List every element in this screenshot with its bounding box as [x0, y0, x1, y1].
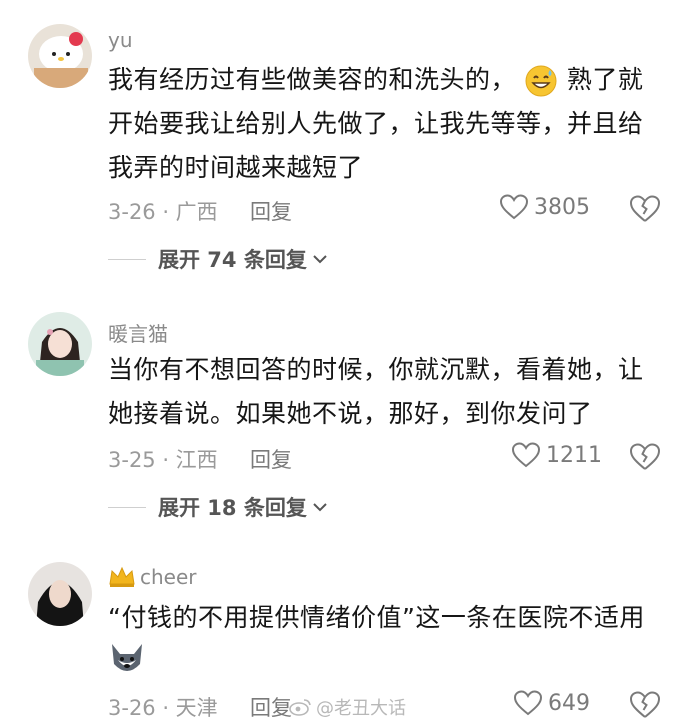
chevron-down-icon [313, 255, 327, 264]
date-location: 3-26 · 广西 [108, 200, 218, 224]
reply-button[interactable]: 回复 [250, 196, 292, 226]
comment-text-line: 我有经历过有些做美容的和洗头的， [108, 65, 517, 94]
expand-replies-button[interactable]: 展开 18 条回复 [108, 492, 329, 522]
like-button[interactable]: 1211 [512, 442, 602, 468]
dislike-button[interactable] [629, 691, 661, 723]
username-label: cheer [140, 565, 197, 589]
expand-replies-label: 展开 18 条回复 [158, 496, 307, 520]
watermark: @老丑大话 [288, 694, 406, 720]
username[interactable]: 暖言猫 [108, 318, 168, 347]
expand-replies-button[interactable]: 展开 74 条回复 [108, 244, 329, 274]
date-location: 3-26 · 天津 [108, 696, 218, 720]
broken-heart-icon [629, 691, 661, 718]
comment-text: 我有经历过有些做美容的和洗头的， 熟了就 开始要我让给别人先做了，让我先等等，并… [108, 58, 668, 190]
divider [108, 506, 146, 508]
reply-button[interactable]: 回复 [250, 692, 292, 722]
dislike-button[interactable] [629, 195, 661, 227]
chevron-down-icon [313, 503, 327, 512]
like-button[interactable]: 649 [514, 690, 590, 716]
comment-text-line: 我弄的时间越来越短了 [108, 153, 364, 182]
broken-heart-icon [629, 195, 661, 222]
crown-icon [109, 566, 135, 587]
heart-icon [514, 690, 542, 716]
like-count: 3805 [534, 194, 590, 220]
weibo-logo-icon [289, 699, 311, 716]
comment-text-line: 当你有不想回答的时候，你就沉默，看着她，让 [108, 355, 644, 384]
dislike-button[interactable] [629, 443, 661, 475]
watermark-text: @老丑大话 [316, 698, 406, 719]
avatar[interactable] [28, 562, 92, 626]
expand-replies-label: 展开 74 条回复 [158, 248, 307, 272]
avatar[interactable] [28, 312, 92, 376]
comment-text-line: 她接着说。如果她不说，那好，到你发问了 [108, 399, 593, 428]
divider [108, 258, 146, 260]
heart-icon [500, 194, 528, 220]
date-location: 3-25 · 江西 [108, 448, 218, 472]
username[interactable]: yu [108, 28, 133, 52]
heart-icon [512, 442, 540, 468]
wolf-face-sticker-icon [108, 642, 146, 682]
grinning-sweat-emoji-icon [524, 64, 558, 98]
like-count: 649 [548, 690, 590, 716]
comment-text: “付钱的不用提供情绪价值”这一条在医院不适用 [108, 596, 668, 640]
comment-text: 当你有不想回答的时候，你就沉默，看着她，让 她接着说。如果她不说，那好，到你发问… [108, 348, 668, 436]
like-button[interactable]: 3805 [500, 194, 590, 220]
comment-text-line: 开始要我让给别人先做了，让我先等等，并且给 [108, 109, 644, 138]
username[interactable]: cheer [108, 565, 197, 589]
comment-text-line: “付钱的不用提供情绪价值”这一条在医院不适用 [108, 603, 645, 632]
like-count: 1211 [546, 442, 602, 468]
comment-text-line: 熟了就 [566, 65, 644, 94]
reply-button[interactable]: 回复 [250, 444, 292, 474]
broken-heart-icon [629, 443, 661, 470]
avatar[interactable] [28, 24, 92, 88]
